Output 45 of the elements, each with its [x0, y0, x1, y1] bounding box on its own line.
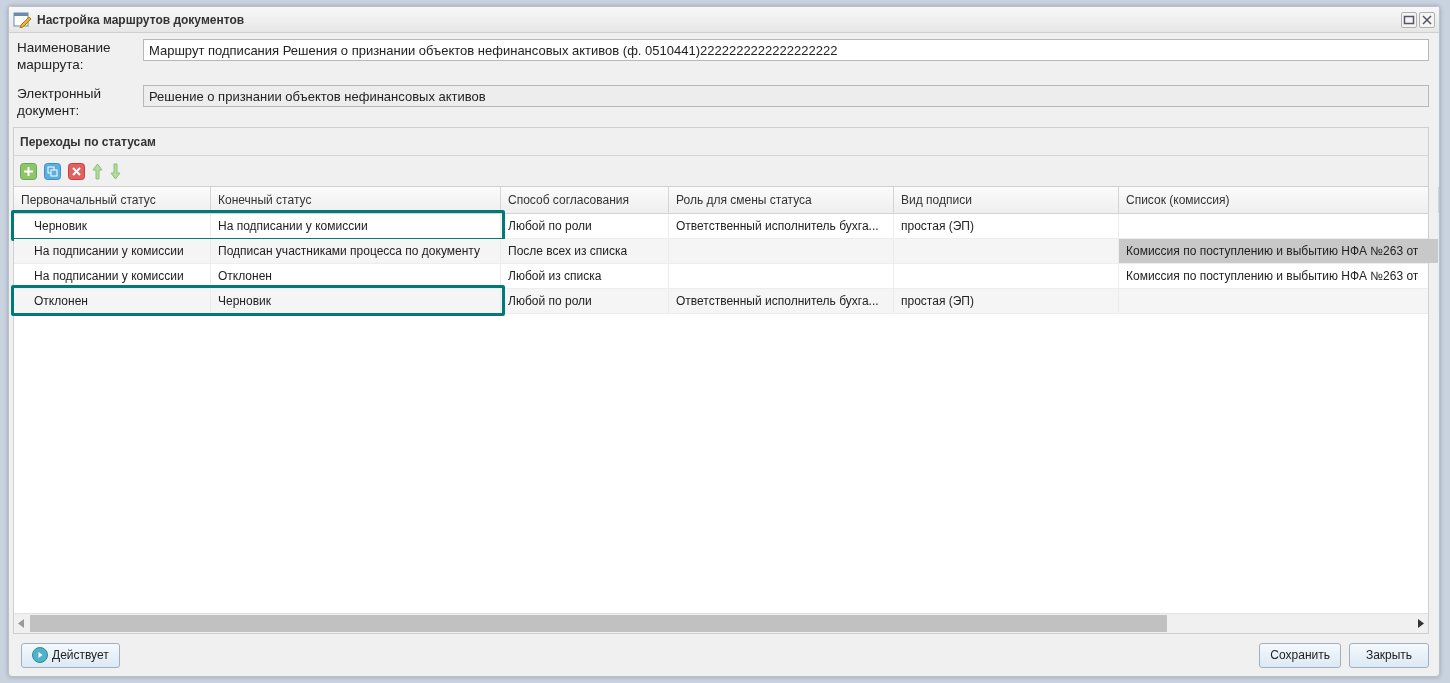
- table-cell: Любой по роли: [501, 214, 669, 238]
- table-cell: После всех из списка: [501, 239, 669, 263]
- panel-title: Переходы по статусам: [14, 128, 1428, 156]
- text-field[interactable]: Маршрут подписания Решения о признании объектов нефинансовых активов (ф. 0510441)2222222222222222222: [143, 39, 1429, 61]
- window-title: Настройка маршрутов документов: [37, 12, 246, 27]
- arrow-down-icon[interactable]: [110, 162, 121, 180]
- dialog-button[interactable]: Сохранить: [1259, 642, 1341, 668]
- delete-icon[interactable]: [68, 162, 85, 180]
- table-cell: Черновик: [14, 214, 211, 238]
- table-cell: На подписании у комиссии: [211, 214, 501, 238]
- scroll-right-icon[interactable]: [1418, 619, 1424, 628]
- field-label: Наименование маршрута:: [17, 39, 112, 73]
- close-icon[interactable]: [1419, 11, 1435, 28]
- column-header[interactable]: Конечный статус: [211, 187, 501, 213]
- table-cell: простая (ЭП): [894, 289, 1119, 313]
- table-cell: Отклонен: [211, 264, 501, 288]
- play-icon: [32, 647, 48, 663]
- text-field[interactable]: Решение о признании объектов нефинансовых активов: [143, 85, 1429, 107]
- table-cell: Отклонен: [14, 289, 211, 313]
- table-cell: Черновик: [211, 289, 501, 313]
- add-icon[interactable]: [20, 162, 37, 180]
- dialog-button[interactable]: Закрыть: [1349, 642, 1429, 668]
- table-cell: Ответственный исполнитель бухга...: [669, 289, 894, 313]
- column-header[interactable]: Первоначальный статус: [14, 187, 211, 213]
- table-cell: Любой по роли: [501, 289, 669, 313]
- field-label: Электронный документ:: [17, 85, 103, 119]
- document-edit-icon: [13, 11, 31, 28]
- scrollbar-thumb[interactable]: [30, 615, 1167, 632]
- scroll-left-icon[interactable]: [18, 619, 24, 628]
- copy-icon[interactable]: [44, 162, 61, 180]
- column-header[interactable]: Способ согласования: [501, 187, 669, 213]
- status-button[interactable]: Действует: [21, 642, 120, 668]
- column-header[interactable]: Вид подписи: [894, 187, 1119, 213]
- table-cell: Подписан участниками процесса по документу: [211, 239, 501, 263]
- table-cell: Комиссия по поступлению и выбытию НФА №263 от: [1119, 239, 1439, 263]
- column-header[interactable]: Роль для смены статуса: [669, 187, 894, 213]
- table-cell: На подписании у комиссии: [14, 264, 211, 288]
- table-cell: простая (ЭП): [894, 214, 1119, 238]
- table-cell: На подписании у комиссии: [14, 239, 211, 263]
- arrow-up-icon[interactable]: [92, 162, 103, 180]
- maximize-icon[interactable]: [1401, 11, 1417, 28]
- table-cell: Ответственный исполнитель бухга...: [669, 214, 894, 238]
- column-header[interactable]: Список (комиссия): [1119, 187, 1439, 213]
- table-cell: Любой из списка: [501, 264, 669, 288]
- table-cell: Комиссия по поступлению и выбытию НФА №263 от: [1119, 264, 1439, 288]
